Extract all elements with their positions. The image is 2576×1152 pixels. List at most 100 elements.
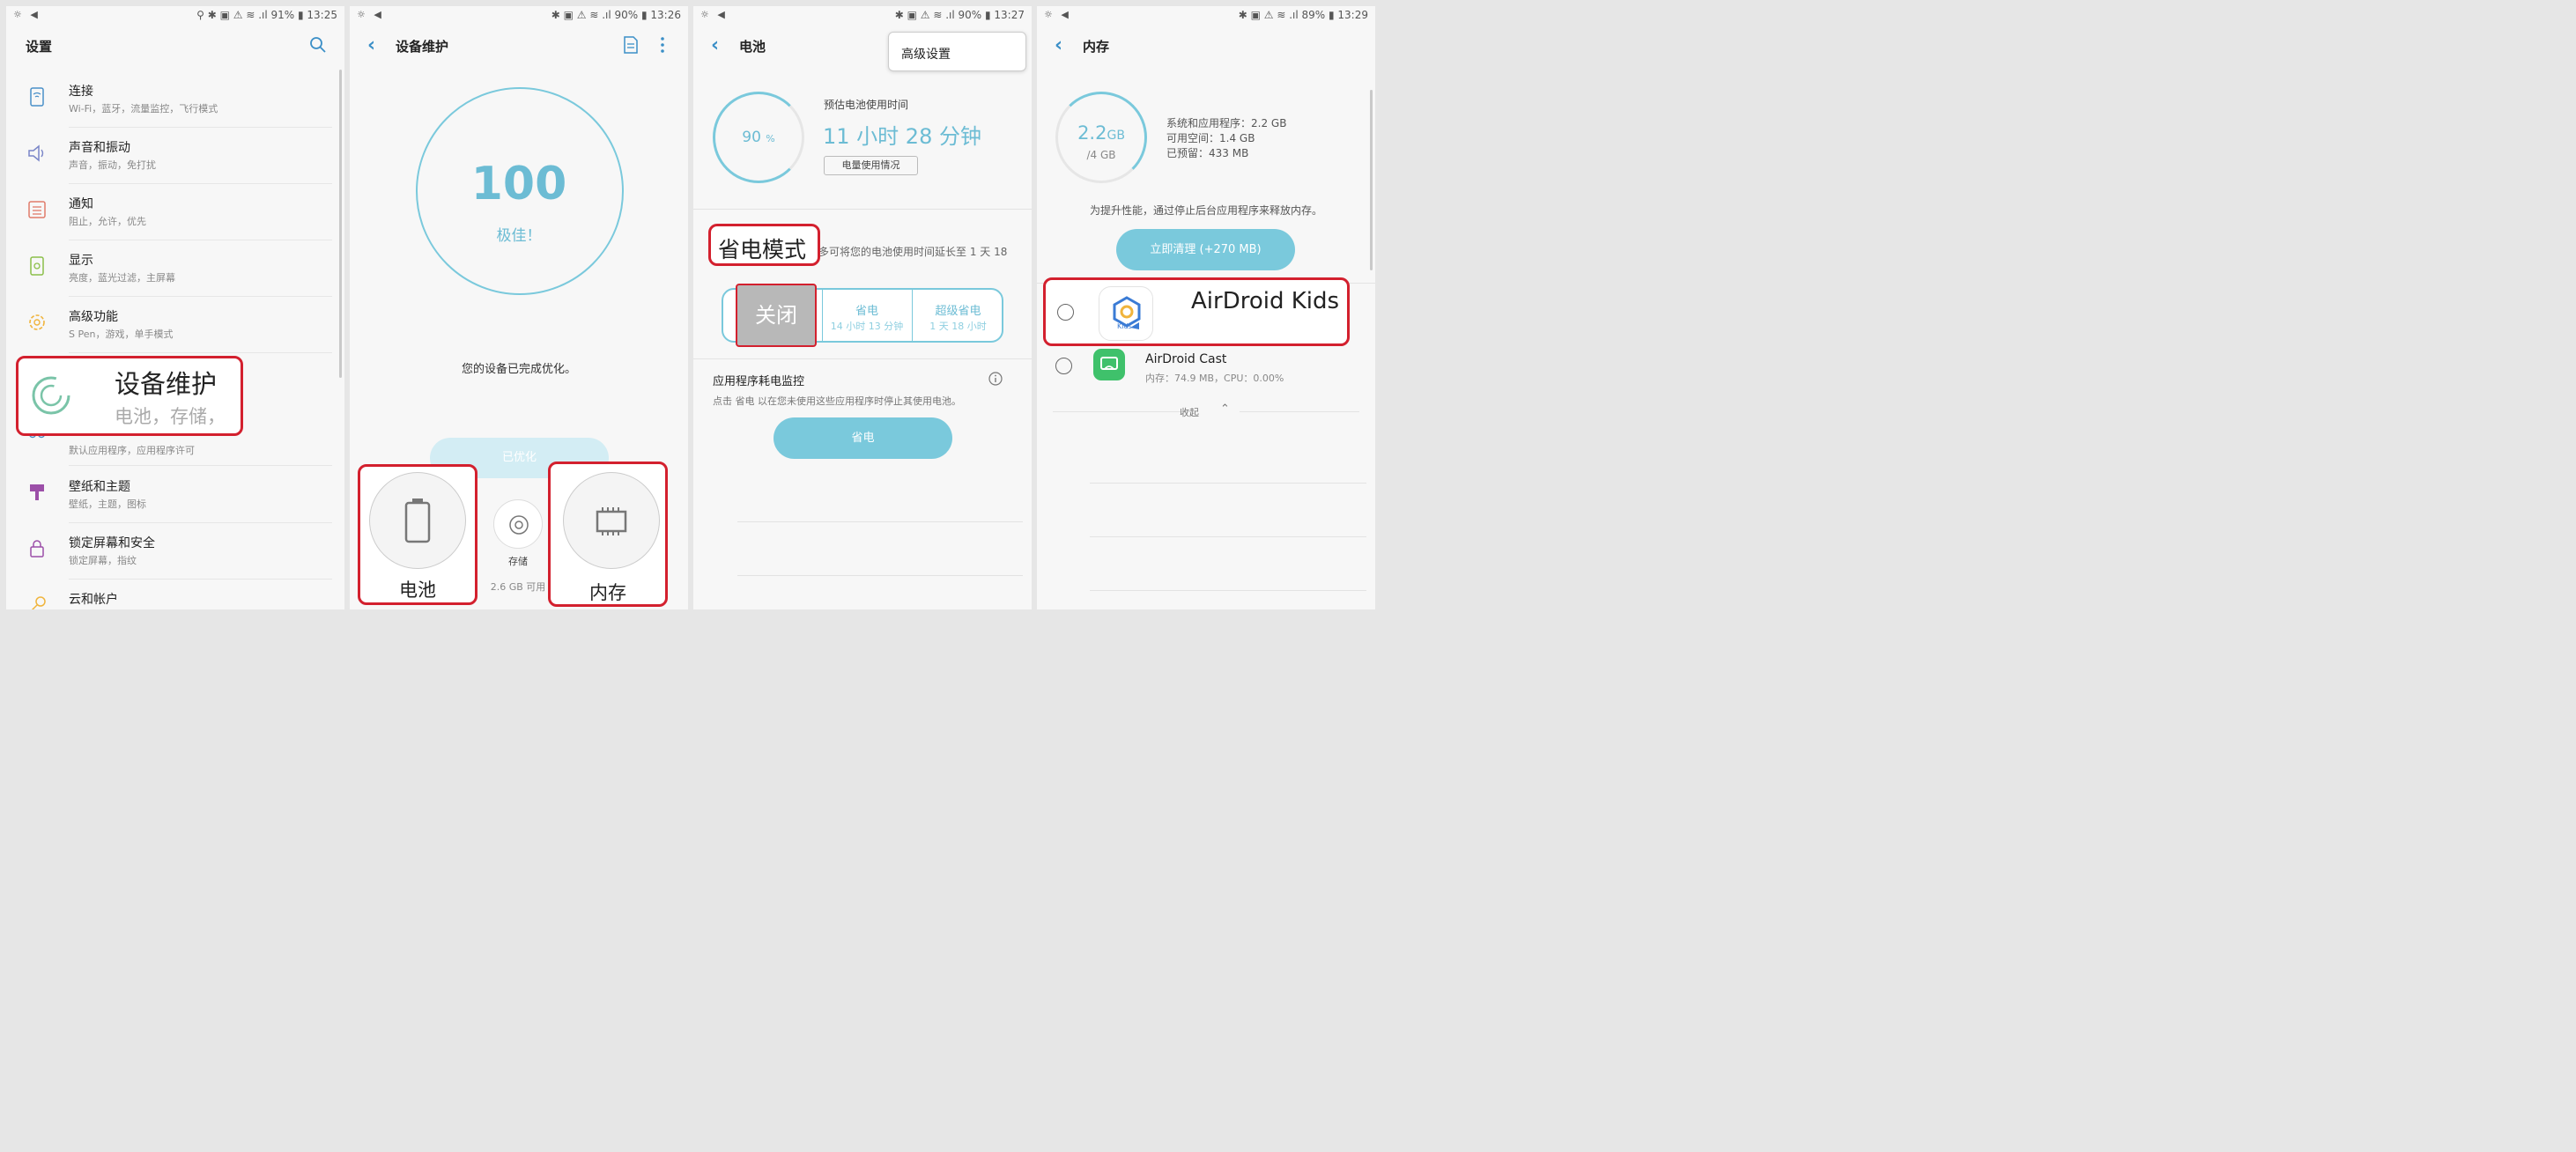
highlight-airdroid-kids[interactable]: Kids AirDroid Kids	[1043, 277, 1350, 346]
item-title: 云和帐户	[69, 593, 118, 607]
status-left: ☼ ◀	[357, 9, 384, 20]
divider	[737, 575, 1023, 576]
report-icon[interactable]	[623, 36, 639, 54]
memory-total: /4 GB	[1086, 149, 1116, 161]
app-name: AirDroid Kids	[1191, 288, 1340, 314]
lock-icon	[30, 540, 44, 558]
back-arrow-icon[interactable]: ‹	[1055, 34, 1062, 56]
scrollbar[interactable]	[1370, 90, 1373, 270]
highlight-power-saving-mode[interactable]: 省电模式	[708, 224, 820, 266]
item-desc: S Pen，游戏，单手模式	[69, 329, 174, 340]
page-title: 设置	[26, 39, 53, 55]
settings-item-display[interactable]: 显示 亮度，蓝光过滤，主屏幕	[6, 240, 344, 297]
estimate-value: 11 小时 28 分钟	[823, 124, 981, 149]
mode-off-button[interactable]: 关闭	[736, 284, 817, 347]
mode-save-label[interactable]: 省电	[823, 301, 911, 318]
page-title: 内存	[1083, 39, 1110, 55]
notification-icon	[28, 201, 46, 218]
optimized-message: 您的设备已完成优化。	[461, 363, 576, 376]
item-desc: 阻止，允许，优先	[69, 216, 146, 227]
info-icon[interactable]	[988, 372, 1003, 386]
settings-item-advanced[interactable]: 高级功能 S Pen，游戏，单手模式	[6, 297, 344, 353]
airdroid-kids-logo-text: Kids	[1117, 322, 1132, 330]
battery-percent-unit: %	[766, 133, 775, 144]
settings-item-sound[interactable]: 声音和振动 声音，振动，免打扰	[6, 128, 344, 184]
airdroid-kids-app-icon: Kids	[1099, 286, 1153, 341]
device-care-icon	[32, 376, 70, 415]
divider	[737, 521, 1023, 522]
optimized-button-label: 已优化	[501, 451, 537, 464]
memory-used-value: 2.2	[1077, 122, 1107, 144]
scrollbar[interactable]	[339, 70, 342, 378]
settings-item-lockscreen[interactable]: 锁定屏幕和安全 锁定屏幕，指纹	[6, 523, 344, 580]
search-icon[interactable]	[309, 36, 327, 54]
storage-tile[interactable]	[493, 499, 543, 549]
item-desc: 默认应用程序，应用程序许可	[69, 445, 195, 456]
divider	[1090, 483, 1366, 484]
device-care-desc: 电池，存储，	[115, 406, 226, 427]
settings-item-cloud[interactable]: 云和帐户	[6, 580, 344, 609]
item-desc: 锁定屏幕，指纹	[69, 555, 137, 566]
app-bar: ‹ 内存	[1037, 31, 1375, 63]
item-desc: 亮度，蓝光过滤，主屏幕	[69, 272, 175, 284]
collapse-label[interactable]: 收起	[1180, 405, 1199, 419]
settings-item-connections[interactable]: 连接 Wi-Fi，蓝牙，流量监控，飞行模式	[6, 71, 344, 128]
mode-super-label[interactable]: 超级省电	[913, 301, 1003, 318]
highlight-device-care[interactable]: 设备维护 电池，存储，	[16, 356, 243, 436]
status-right: ✱ ▣ ⚠ ≋ .ıl 90% ▮ 13:26	[551, 9, 681, 21]
divider	[1090, 590, 1366, 591]
battery-percent-value: 90	[742, 129, 761, 146]
brush-icon	[30, 484, 44, 500]
app-bar: 设置	[6, 31, 344, 63]
menu-item-advanced-settings[interactable]: 高级设置	[901, 45, 951, 63]
memory-label: 内存	[589, 582, 626, 603]
estimate-label: 预估电池使用时间	[824, 99, 909, 111]
more-options-icon[interactable]	[660, 36, 665, 54]
usage-button[interactable]: 电量使用情况	[824, 156, 918, 175]
settings-screen: ☼ ◀ ⚲ ✱ ▣ ⚠ ≋ .ıl 91% ▮ 13:25 设置 连接 Wi-F…	[6, 6, 344, 609]
battery-percent: 90 %	[713, 129, 804, 146]
back-arrow-icon[interactable]: ‹	[367, 34, 375, 56]
mode-desc: 多可将您的电池使用时间延长至 1 天 18	[818, 246, 1008, 258]
device-care-title: 设备维护	[115, 369, 218, 399]
key-icon	[31, 596, 46, 609]
score-label: 极佳！	[496, 227, 542, 245]
item-desc: 声音，振动，免打扰	[69, 159, 156, 171]
battery-tile	[369, 472, 466, 569]
settings-item-notifications[interactable]: 通知 阻止，允许，优先	[6, 184, 344, 240]
screenshot-collage: ☼ ◀ ⚲ ✱ ▣ ⚠ ≋ .ıl 91% ▮ 13:25 设置 连接 Wi-F…	[0, 0, 1381, 617]
item-desc: 壁纸，主题，图标	[69, 498, 146, 510]
storage-label: 存储	[508, 556, 528, 567]
item-title: 锁定屏幕和安全	[69, 536, 155, 550]
select-radio[interactable]	[1057, 304, 1074, 321]
chevron-up-icon[interactable]: ⌃	[1220, 402, 1230, 416]
highlight-memory[interactable]: 内存	[548, 462, 668, 607]
mode-save-sub: 14 小时 13 分钟	[830, 321, 904, 332]
memory-screen: ☼ ◀ ✱ ▣ ⚠ ≋ .ıl 89% ▮ 13:29 ‹ 内存 2.2GB /…	[1037, 6, 1375, 609]
settings-item-wallpaper[interactable]: 壁纸和主题 壁纸，主题，图标	[6, 467, 344, 523]
status-right: ⚲ ✱ ▣ ⚠ ≋ .ıl 91% ▮ 13:25	[196, 9, 337, 21]
page-title: 电池	[739, 39, 766, 55]
clean-now-button[interactable]: 立即清理 (+270 MB)	[1116, 229, 1295, 270]
status-left: ☼ ◀	[700, 9, 728, 20]
device-care-screen: ☼ ◀ ✱ ▣ ⚠ ≋ .ıl 90% ▮ 13:26 ‹ 设备维护 100 极…	[350, 6, 688, 609]
status-right: ✱ ▣ ⚠ ≋ .ıl 89% ▮ 13:29	[1238, 9, 1368, 21]
power-save-button-label: 省电	[851, 432, 875, 445]
divider	[693, 358, 1032, 359]
power-save-button[interactable]: 省电	[774, 417, 952, 459]
app-detail: 内存：74.9 MB，CPU：0.00%	[1145, 373, 1284, 384]
mode-off-label: 关闭	[755, 303, 797, 328]
status-left: ☼ ◀	[13, 9, 41, 20]
divider	[1053, 411, 1190, 412]
battery-icon	[404, 498, 431, 543]
score-value: 100	[470, 158, 567, 210]
popup-menu[interactable]: 高级设置	[888, 32, 1026, 71]
display-icon	[30, 256, 44, 276]
item-title: 通知	[69, 197, 93, 211]
select-radio[interactable]	[1055, 358, 1072, 374]
highlight-battery[interactable]: 电池	[358, 464, 477, 605]
back-arrow-icon[interactable]: ‹	[711, 34, 719, 56]
app-name: AirDroid Cast	[1145, 352, 1227, 366]
item-title: 连接	[69, 85, 93, 99]
status-right: ✱ ▣ ⚠ ≋ .ıl 90% ▮ 13:27	[894, 9, 1025, 21]
